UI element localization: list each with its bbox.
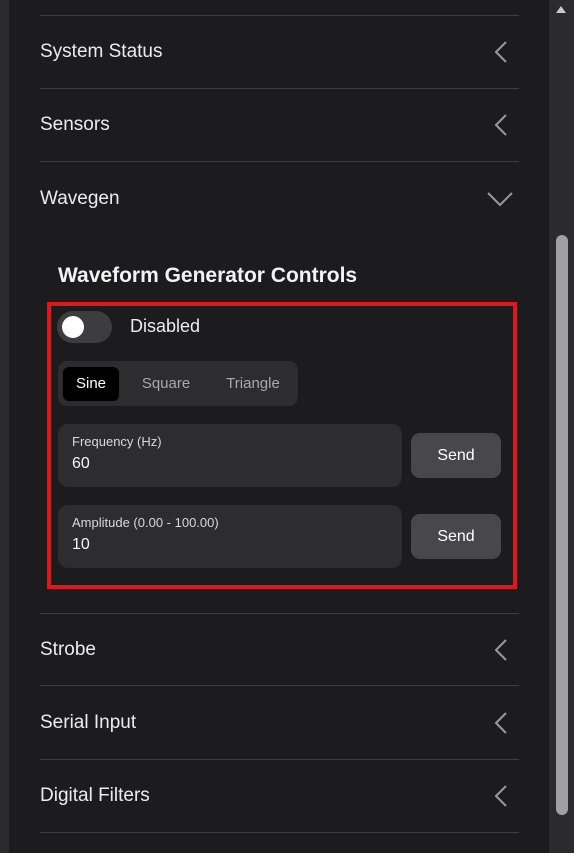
section-title: Waveform Generator Controls bbox=[58, 264, 358, 287]
chevron-left-icon bbox=[494, 785, 507, 807]
amplitude-field[interactable]: Amplitude (0.00 - 100.00) 10 bbox=[58, 505, 402, 568]
enable-toggle[interactable] bbox=[57, 311, 112, 343]
accordion-item-strobe[interactable]: Strobe bbox=[40, 613, 519, 686]
accordion-item-serial-input[interactable]: Serial Input bbox=[40, 687, 519, 760]
chevron-down-icon bbox=[487, 191, 513, 206]
accordion-item-label: Digital Filters bbox=[40, 785, 150, 806]
accordion-item-label: Strobe bbox=[40, 638, 96, 660]
toggle-knob bbox=[62, 316, 84, 338]
frequency-value: 60 bbox=[72, 455, 90, 472]
frequency-send-button[interactable]: Send bbox=[411, 433, 501, 478]
amplitude-value: 10 bbox=[72, 536, 90, 553]
amplitude-label: Amplitude (0.00 - 100.00) bbox=[72, 515, 219, 530]
waveform-option-square[interactable]: Square bbox=[128, 367, 204, 401]
frequency-field[interactable]: Frequency (Hz) 60 bbox=[58, 424, 402, 487]
waveform-selector: Sine Square Triangle bbox=[58, 361, 298, 406]
waveform-option-triangle[interactable]: Triangle bbox=[213, 367, 293, 401]
accordion-item-label: System Status bbox=[40, 41, 163, 62]
chevron-left-icon bbox=[494, 638, 507, 661]
chevron-left-icon bbox=[494, 114, 507, 136]
app-frame: System Status Sensors Wavegen Waveform G… bbox=[0, 0, 574, 853]
frequency-label: Frequency (Hz) bbox=[72, 434, 162, 449]
waveform-option-sine[interactable]: Sine bbox=[63, 367, 119, 401]
accordion-item-label: Serial Input bbox=[40, 712, 137, 733]
accordion-item-sensors[interactable]: Sensors bbox=[40, 89, 519, 162]
accordion-item-label: Wavegen bbox=[40, 187, 120, 209]
amplitude-send-button[interactable]: Send bbox=[411, 514, 501, 559]
accordion-item-wavegen[interactable]: Wavegen bbox=[40, 162, 519, 235]
scroll-up-arrow-icon[interactable] bbox=[554, 3, 568, 17]
scrollbar-thumb[interactable] bbox=[556, 235, 568, 815]
chevron-left-icon bbox=[494, 41, 507, 63]
toggle-label: Disabled bbox=[130, 316, 201, 336]
chevron-left-icon bbox=[494, 712, 507, 734]
accordion-item-system-status[interactable]: System Status bbox=[40, 16, 519, 89]
accordion-item-label: Sensors bbox=[40, 114, 110, 135]
accordion-item-digital-filters[interactable]: Digital Filters bbox=[40, 760, 519, 833]
left-edge bbox=[0, 0, 9, 853]
